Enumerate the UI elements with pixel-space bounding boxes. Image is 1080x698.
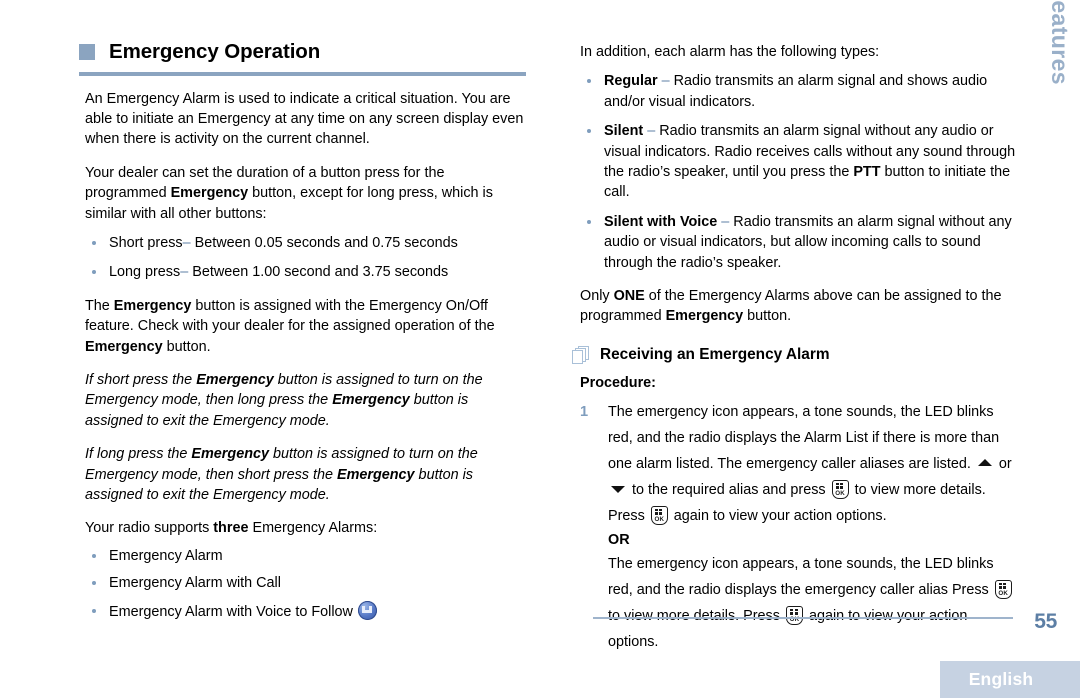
step-text-a: The emergency icon appears, a tone sound… — [608, 403, 1000, 472]
ok-button-label: OK — [835, 490, 845, 498]
ok-button-icon: OK — [831, 479, 849, 499]
supports-b1: three — [213, 520, 249, 537]
note-long-b1: Emergency — [191, 446, 269, 463]
long-press-label: Long press — [109, 264, 181, 281]
step-text-b: to the required alias and press — [628, 481, 830, 498]
onlyone-p1: Only — [580, 288, 614, 305]
or-separator: OR — [608, 531, 630, 548]
onlyone-b1: ONE — [613, 288, 645, 305]
document-page: Emergency Operation An Emergency Alarm i… — [0, 0, 1080, 698]
footer-language-label: English — [968, 669, 1034, 689]
title-square-icon — [79, 44, 95, 61]
list-item: Emergency Alarm with Call — [85, 573, 526, 593]
ok-button-icon: OK — [785, 605, 803, 625]
assigned-p3: button. — [162, 338, 211, 355]
list-item: Emergency Alarm with Voice to Follow — [85, 600, 526, 622]
ok-button-label: OK — [998, 590, 1009, 598]
up-arrow-icon — [977, 458, 992, 466]
mode-regular-dash: – — [661, 73, 670, 90]
subsection-title: Receiving an Emergency Alarm — [600, 345, 830, 363]
ok-button-label: OK — [654, 516, 665, 524]
mode-regular-label: Regular — [604, 73, 658, 90]
list-item: Regular – Radio transmits an alarm signa… — [580, 71, 1021, 112]
right-intro-paragraph: In addition, each alarm has the followin… — [580, 44, 880, 60]
step-text-d: again to view your action options. — [669, 507, 887, 524]
alt-text-a: The emergency icon appears, a tone sound… — [608, 555, 994, 598]
alarm-type-2-label: Emergency Alarm with Voice to Follow — [109, 603, 353, 620]
note-long-press: If long press the Emergency button is as… — [70, 444, 526, 505]
list-item: Emergency Alarm — [85, 546, 526, 566]
short-press-text: Between 0.05 seconds and 0.75 seconds — [190, 234, 458, 251]
short-press-label: Short press — [109, 234, 183, 251]
ok-button-icon: OK — [650, 505, 668, 525]
dealer-paragraph: Your dealer can set the duration of a bu… — [70, 163, 526, 224]
step-number: 1 — [580, 403, 589, 420]
press-duration-list: Short press– Between 0.05 seconds and 0.… — [70, 233, 526, 283]
alt-text-b: to view more details. Press — [608, 607, 784, 624]
intro-paragraph: An Emergency Alarm is used to indicate a… — [85, 90, 524, 148]
list-item: Long press– Between 1.00 second and 3.75… — [85, 262, 526, 282]
note-short-b1: Emergency — [196, 371, 274, 388]
alarm-type-0-label: Emergency Alarm — [109, 547, 223, 564]
list-item: Silent with Voice – Radio transmits an a… — [580, 212, 1021, 273]
supports-p2: Emergency Alarms: — [248, 520, 378, 537]
stacked-pages-icon — [572, 345, 591, 364]
assigned-b2: Emergency — [85, 338, 163, 355]
long-press-text: Between 1.00 second and 3.75 seconds — [188, 264, 449, 281]
footer-bar: English — [940, 661, 1080, 698]
mode-silent-dash: – — [647, 123, 656, 140]
list-item: Silent – Radio transmits an alarm signal… — [580, 121, 1021, 203]
alarm-type-1-label: Emergency Alarm with Call — [109, 575, 281, 592]
page-title: Emergency Operation — [109, 40, 321, 63]
note-short-p1: If short press the — [85, 371, 197, 388]
note-short-b2: Emergency — [332, 392, 410, 409]
note-short-press: If short press the Emergency button is a… — [70, 370, 526, 431]
right-column: In addition, each alarm has the followin… — [565, 0, 1021, 655]
assigned-b1: Emergency — [113, 297, 192, 314]
supports-p1: Your radio supports — [85, 520, 214, 537]
down-arrow-icon — [611, 485, 625, 493]
note-long-p1: If long press the — [85, 446, 192, 463]
left-column: Emergency Operation An Emergency Alarm i… — [70, 0, 526, 622]
only-one-paragraph: Only ONE of the Emergency Alarms above c… — [565, 286, 1021, 327]
bottom-divider — [593, 617, 1013, 619]
assigned-paragraph: The Emergency button is assigned with th… — [70, 296, 526, 357]
voice-to-follow-icon — [357, 600, 377, 620]
alarm-type-list: Emergency Alarm Emergency Alarm with Cal… — [70, 546, 526, 622]
list-item: Short press– Between 0.05 seconds and 0.… — [85, 233, 526, 253]
title-divider — [79, 71, 526, 76]
dash-0: – — [182, 234, 191, 251]
dealer-b1: Emergency — [170, 185, 249, 202]
step-or-text: or — [994, 455, 1012, 472]
procedure-label: Procedure: — [580, 374, 656, 391]
side-tab-label: Advanced Features — [1036, 0, 1080, 96]
supports-paragraph: Your radio supports three Emergency Alar… — [70, 518, 526, 538]
mode-silentvoice-label: Silent with Voice — [604, 213, 718, 230]
mode-silent-label: Silent — [604, 123, 644, 140]
alarm-mode-list: Regular – Radio transmits an alarm signa… — [565, 71, 1021, 273]
chapter-title: Emergency Operation — [70, 40, 526, 63]
assigned-p1: The — [85, 297, 114, 314]
onlyone-b2: Emergency — [665, 308, 744, 325]
page-number: 55 — [1034, 610, 1057, 633]
onlyone-p3: button. — [743, 308, 792, 325]
note-long-b2: Emergency — [336, 466, 415, 483]
ok-button-icon: OK — [994, 579, 1012, 599]
subsection-heading: Receiving an Emergency Alarm — [565, 345, 1021, 364]
mode-silent-ptt: PTT — [853, 164, 881, 181]
